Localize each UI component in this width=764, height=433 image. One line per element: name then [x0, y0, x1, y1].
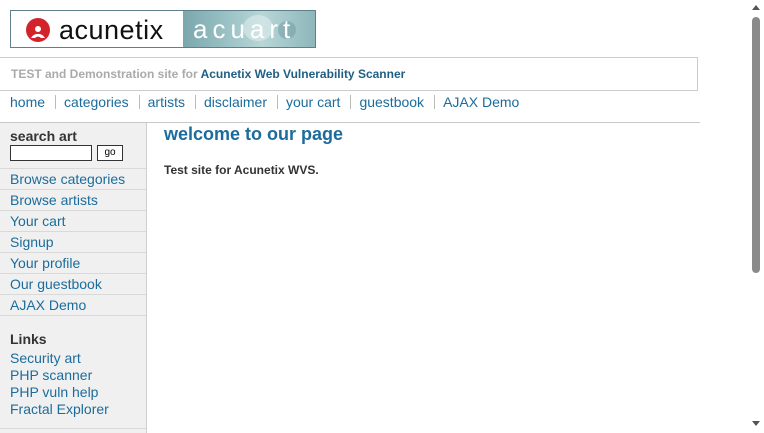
nav-separator: [55, 95, 57, 109]
nav-guestbook[interactable]: guestbook: [359, 94, 424, 110]
sidebar-item-browse-artists: Browse artists: [0, 189, 146, 210]
sidebar-link[interactable]: Your cart: [10, 213, 66, 229]
sidebar-item-your-cart: Your cart: [0, 210, 146, 231]
sidebar-link[interactable]: Signup: [10, 234, 54, 250]
sidebar-item-browse-categories: Browse categories: [0, 168, 146, 189]
tagline-highlight: Acunetix Web Vulnerability Scanner: [200, 67, 406, 81]
nav-disclaimer[interactable]: disclaimer: [204, 94, 267, 110]
nav-artists[interactable]: artists: [148, 94, 185, 110]
sidebar-link[interactable]: Your profile: [10, 255, 80, 271]
sidebar-link[interactable]: AJAX Demo: [10, 297, 86, 313]
sidebar-link[interactable]: Browse artists: [10, 192, 98, 208]
nav-separator: [276, 95, 278, 109]
nav-separator: [194, 95, 196, 109]
top-navigation: home categories artists disclaimer your cart…: [10, 94, 519, 112]
search-title: search art: [10, 128, 77, 144]
tagline-prefix: TEST and Demonstration site for: [11, 67, 198, 81]
vertical-scrollbar[interactable]: [748, 0, 764, 433]
acunetix-logo-icon: [26, 18, 50, 42]
nav-ajax-demo[interactable]: AJAX Demo: [443, 94, 519, 110]
links-item: Security art: [10, 350, 109, 367]
scroll-down-arrow-icon[interactable]: [752, 421, 760, 426]
sidebar-item-your-profile: Your profile: [0, 252, 146, 273]
nav-categories[interactable]: categories: [64, 94, 129, 110]
links-item: PHP scanner: [10, 367, 109, 384]
page-intro-text: Test site for Acunetix WVS.: [164, 163, 319, 177]
link-security-art[interactable]: Security art: [10, 350, 81, 366]
sidebar-divider: [0, 428, 146, 429]
page: acunetix acuart TEST and Demonstration s…: [0, 0, 748, 433]
page-title: welcome to our page: [164, 124, 344, 144]
nav-separator: [138, 95, 140, 109]
links-list: Security art PHP scanner PHP vuln help F…: [10, 350, 109, 418]
search-go-button[interactable]: go: [97, 145, 123, 161]
sidebar-menu: Browse categories Browse artists Your ca…: [0, 168, 146, 316]
sidebar-link[interactable]: Browse categories: [10, 171, 125, 187]
scroll-up-arrow-icon[interactable]: [752, 5, 760, 10]
nav-separator: [350, 95, 352, 109]
link-php-vuln-help[interactable]: PHP vuln help: [10, 384, 98, 400]
links-title: Links: [10, 331, 47, 347]
logo-acuart: acuart: [183, 11, 315, 47]
link-php-scanner[interactable]: PHP scanner: [10, 367, 92, 383]
nav-your-cart[interactable]: your cart: [286, 94, 340, 110]
links-item: Fractal Explorer: [10, 401, 109, 418]
logo-acunetix: acunetix: [11, 11, 183, 47]
link-fractal-explorer[interactable]: Fractal Explorer: [10, 401, 109, 417]
sidebar-item-signup: Signup: [0, 231, 146, 252]
logo-brand-text: acunetix: [59, 15, 164, 45]
nav-separator: [434, 95, 436, 109]
sidebar-link[interactable]: Our guestbook: [10, 276, 102, 292]
scrollbar-thumb[interactable]: [752, 17, 760, 273]
nav-home[interactable]: home: [10, 94, 45, 110]
sidebar: search art go Browse categories Browse a…: [0, 123, 147, 433]
search-input[interactable]: [10, 145, 92, 161]
sidebar-item-our-guestbook: Our guestbook: [0, 273, 146, 294]
site-tagline: TEST and Demonstration site for Acunetix…: [0, 57, 698, 91]
site-logo[interactable]: acunetix acuart: [10, 10, 316, 48]
logo-product-text: acuart: [193, 14, 296, 44]
sidebar-item-ajax-demo: AJAX Demo: [0, 294, 146, 316]
links-item: PHP vuln help: [10, 384, 109, 401]
